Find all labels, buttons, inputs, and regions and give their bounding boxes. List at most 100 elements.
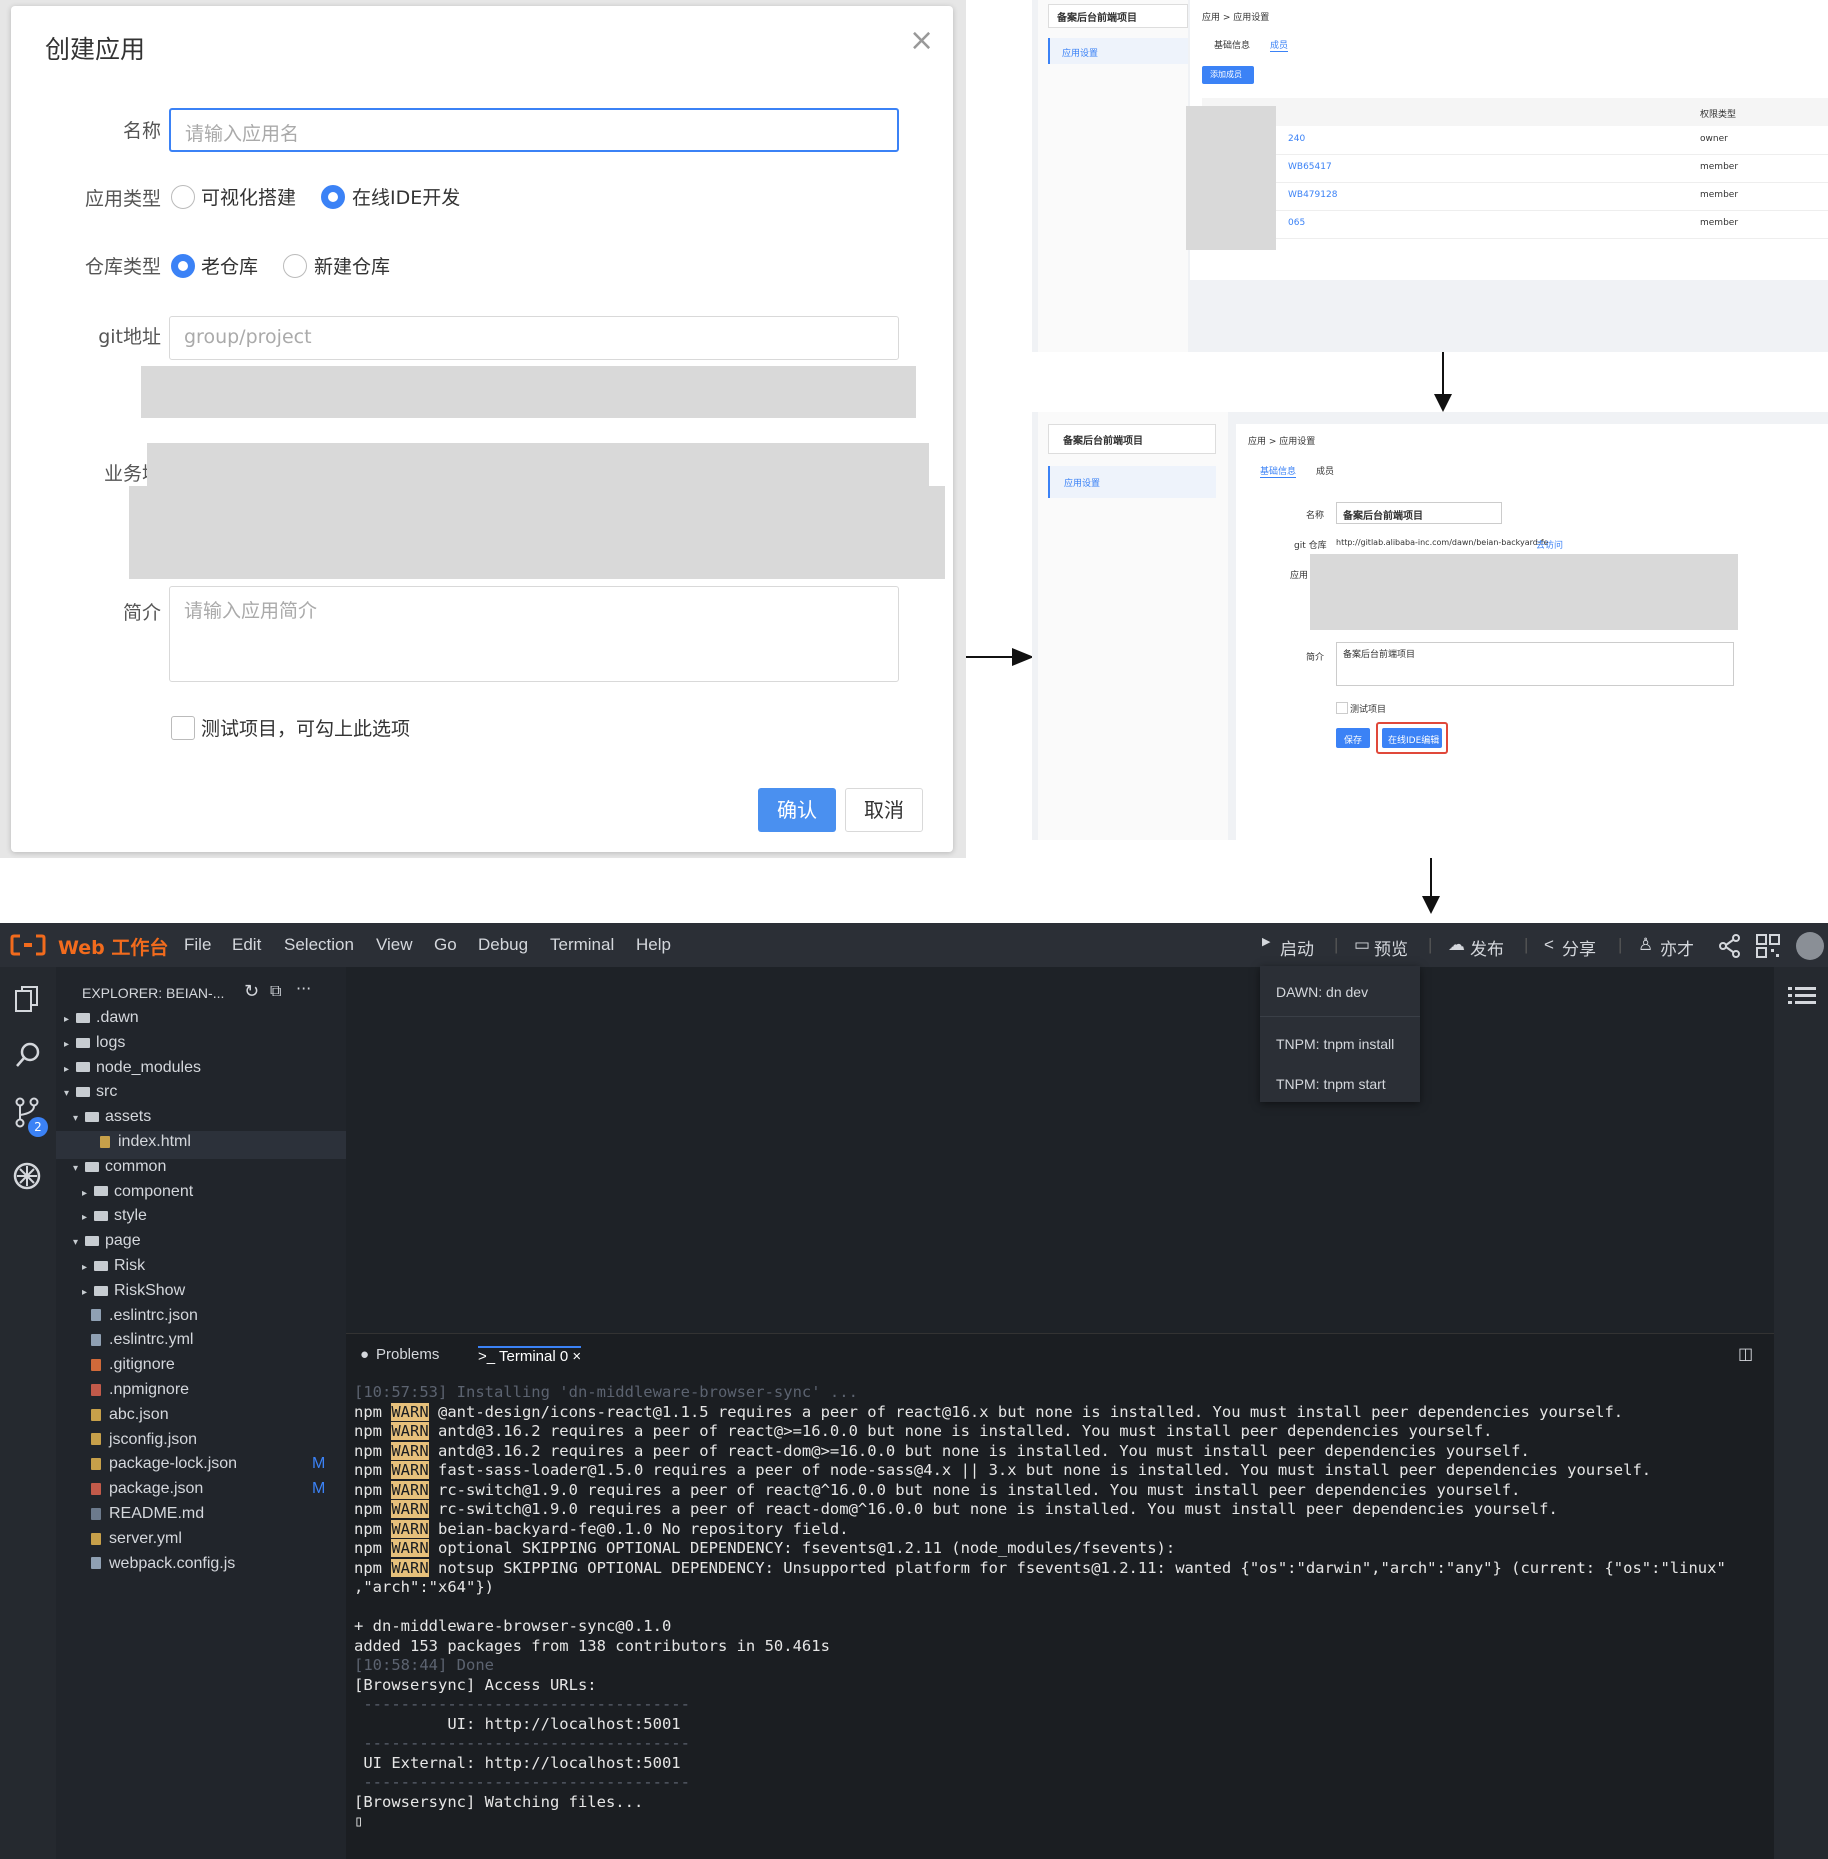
test-checkbox[interactable] [1336, 702, 1348, 714]
caret-down-icon[interactable]: ▾ [64, 1088, 76, 1099]
cancel-button[interactable]: 取消 [845, 788, 923, 832]
menu-go[interactable]: Go [434, 935, 457, 955]
project-select[interactable]: 备案后台前端项目 [1048, 424, 1216, 454]
sidebar-item-app-settings[interactable]: 应用设置 [1048, 38, 1188, 64]
tree-folder[interactable]: ▾ src [64, 1083, 117, 1101]
tree-item-label: .gitignore [109, 1356, 175, 1374]
tree-folder[interactable]: ▸ .dawn [64, 1009, 139, 1027]
intro-textarea[interactable]: 备案后台前端项目 [1336, 642, 1734, 686]
preview-button[interactable]: 预览 [1374, 935, 1408, 960]
member-name[interactable]: WB479128 [1288, 190, 1337, 200]
tree-file[interactable]: package-lock.json [91, 1455, 237, 1473]
tree-file[interactable]: abc.json [91, 1406, 169, 1424]
files-icon[interactable] [14, 985, 40, 1013]
tree-folder[interactable]: ▸ logs [64, 1034, 125, 1052]
caret-right-icon[interactable]: ▸ [82, 1262, 94, 1273]
outline-list-icon[interactable] [1788, 985, 1816, 1009]
extensions-icon[interactable] [12, 1161, 42, 1191]
tree-file[interactable]: .npmignore [91, 1381, 189, 1399]
caret-right-icon[interactable]: ▸ [64, 1039, 76, 1050]
project-select-label: 备案后台前端项目 [1057, 13, 1137, 24]
tree-folder[interactable]: ▸ RiskShow [82, 1282, 185, 1300]
dropdown-item-tnpm-install[interactable]: TNPM: tnpm install [1276, 1036, 1394, 1052]
tree-file[interactable]: index.html [100, 1133, 191, 1151]
radio-new-repo[interactable] [283, 254, 307, 278]
close-icon[interactable]: × [909, 26, 934, 56]
qrcode-icon[interactable] [1756, 934, 1780, 958]
caret-down-icon[interactable]: ▾ [73, 1113, 85, 1124]
tree-folder[interactable]: ▸ node_modules [64, 1059, 201, 1077]
tree-folder[interactable]: ▾ common [73, 1158, 166, 1176]
tree-folder[interactable]: ▾ page [73, 1232, 141, 1250]
menu-selection[interactable]: Selection [284, 935, 354, 955]
online-ide-button[interactable]: 在线IDE编辑 [1382, 728, 1442, 748]
menu-file[interactable]: File [184, 935, 211, 955]
member-name[interactable]: 065 [1288, 218, 1305, 228]
member-name[interactable]: WB65417 [1288, 162, 1332, 172]
tree-file[interactable]: webpack.config.js [91, 1555, 235, 1573]
tree-folder[interactable]: ▸ Risk [82, 1257, 145, 1275]
split-panel-icon[interactable]: ◫ [1738, 1344, 1753, 1363]
search-icon[interactable] [14, 1041, 42, 1069]
tab-basic-info[interactable]: 基础信息 [1214, 38, 1250, 51]
tree-file[interactable]: README.md [91, 1505, 204, 1523]
tree-folder[interactable]: ▸ style [82, 1207, 147, 1225]
tree-file[interactable]: jsconfig.json [91, 1431, 197, 1449]
tree-folder[interactable]: ▸ component [82, 1183, 193, 1201]
caret-right-icon[interactable]: ▸ [64, 1064, 76, 1075]
tab-members[interactable]: 成员 [1316, 464, 1334, 477]
menu-terminal[interactable]: Terminal [550, 935, 614, 955]
tab-basic-info[interactable]: 基础信息 [1260, 464, 1297, 478]
caret-right-icon[interactable]: ▸ [82, 1287, 94, 1298]
dropdown-item-dawn-dev[interactable]: DAWN: dn dev [1276, 984, 1368, 1000]
refresh-icon[interactable]: ↻ [244, 981, 259, 1002]
menu-view[interactable]: View [376, 935, 413, 955]
git-visit-link[interactable]: 去访问 [1536, 538, 1563, 551]
editor-area[interactable] [346, 967, 1774, 1333]
tree-file[interactable]: package.json [91, 1480, 203, 1498]
caret-down-icon[interactable]: ▾ [73, 1163, 85, 1174]
dialog-title: 创建应用 [45, 35, 146, 64]
caret-right-icon[interactable]: ▸ [64, 1014, 76, 1025]
more-icon[interactable]: ··· [296, 979, 311, 998]
breadcrumb: 应用 > 应用设置 [1202, 13, 1270, 23]
tab-problems[interactable]: Problems [376, 1346, 439, 1363]
share-icon[interactable] [1718, 934, 1742, 958]
share-button[interactable]: 分享 [1562, 935, 1596, 960]
tree-file[interactable]: server.yml [91, 1530, 182, 1548]
caret-right-icon[interactable]: ▸ [82, 1188, 94, 1199]
test-project-checkbox[interactable] [171, 716, 195, 740]
tree-file[interactable]: .eslintrc.json [91, 1307, 198, 1325]
collapse-icon[interactable]: ⧉ [270, 981, 281, 1001]
radio-visual-build[interactable] [171, 185, 195, 209]
project-select[interactable]: 备案后台前端项目 [1048, 4, 1188, 28]
confirm-button[interactable]: 确认 [758, 788, 836, 832]
member-name[interactable]: 240 [1288, 134, 1305, 144]
sidebar-item-app-settings[interactable]: 应用设置 [1048, 466, 1216, 498]
caret-right-icon[interactable]: ▸ [82, 1212, 94, 1223]
tree-folder[interactable]: ▾ assets [73, 1108, 151, 1126]
warn-text: antd@3.16.2 requires a peer of react@>=1… [428, 1422, 1493, 1440]
avatar[interactable] [1796, 932, 1824, 960]
menu-help[interactable]: Help [636, 935, 671, 955]
app-name-input[interactable]: 请输入应用名 [169, 108, 899, 152]
tree-file[interactable]: .gitignore [91, 1356, 175, 1374]
menu-edit[interactable]: Edit [232, 935, 261, 955]
save-button[interactable]: 保存 [1336, 728, 1370, 748]
radio-online-ide[interactable] [321, 185, 345, 209]
tab-terminal[interactable]: >_ Terminal 0 × [478, 1346, 582, 1365]
caret-down-icon[interactable]: ▾ [73, 1237, 85, 1248]
radio-old-repo[interactable] [171, 254, 195, 278]
name-input[interactable]: 备案后台前端项目 [1336, 502, 1502, 524]
intro-textarea[interactable]: 请输入应用简介 [169, 586, 899, 682]
tree-file[interactable]: .eslintrc.yml [91, 1331, 193, 1349]
user-name[interactable]: 亦才 [1660, 935, 1694, 960]
git-address-input[interactable]: group/project [169, 316, 899, 360]
publish-button[interactable]: 发布 [1470, 935, 1504, 960]
start-button[interactable]: 启动 [1280, 935, 1314, 960]
add-member-button[interactable]: 添加成员 [1202, 66, 1254, 84]
dropdown-item-tnpm-start[interactable]: TNPM: tnpm start [1276, 1076, 1386, 1092]
menu-debug[interactable]: Debug [478, 935, 528, 955]
terminal-panel[interactable]: ● Problems >_ Terminal 0 × ◫ [10:57:53] … [346, 1333, 1774, 1859]
tab-members[interactable]: 成员 [1270, 38, 1289, 52]
